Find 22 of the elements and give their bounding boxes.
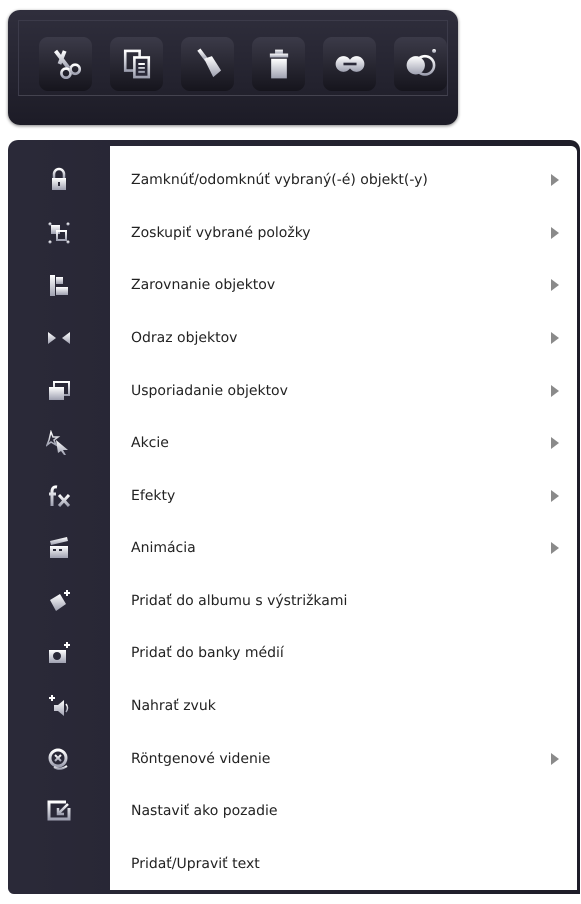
toolbar-button[interactable] (39, 37, 92, 91)
menu-item[interactable]: Odraz objektov (110, 312, 577, 364)
toolbar-button[interactable] (394, 37, 447, 91)
toolbar-button[interactable] (181, 37, 234, 91)
toolbar-button[interactable] (252, 37, 305, 91)
menu-item[interactable]: Efekty (110, 469, 577, 522)
menu-item[interactable]: Akcie (110, 416, 577, 470)
menu-item[interactable]: Nastaviť ako pozadie (110, 784, 577, 838)
menu-item[interactable]: Zarovnanie objektov (110, 259, 577, 312)
menu-item[interactable]: Zoskupiť vybrané položky (110, 206, 577, 260)
menu-item[interactable]: Nahrať zvuk (110, 680, 577, 732)
menu-item[interactable]: Pridať do banky médií (110, 627, 577, 680)
menu-item[interactable]: Pridať do albumu s výstrižkami (110, 574, 577, 628)
group-icon (46, 220, 72, 246)
fx-icon (46, 482, 72, 509)
menu-item[interactable]: Zamknúť/odomknúť vybraný(-é) objekt(-y) (110, 154, 577, 207)
toolbar-button[interactable] (110, 37, 163, 91)
menu-item[interactable]: Animácia (110, 522, 577, 575)
menu-item[interactable]: Röntgenové videnie (110, 732, 577, 785)
toolbar-button[interactable] (323, 37, 376, 91)
menu-item[interactable]: Pridať/Upraviť text (110, 838, 577, 890)
menu-item[interactable]: Usporiadanie objektov (110, 364, 577, 417)
